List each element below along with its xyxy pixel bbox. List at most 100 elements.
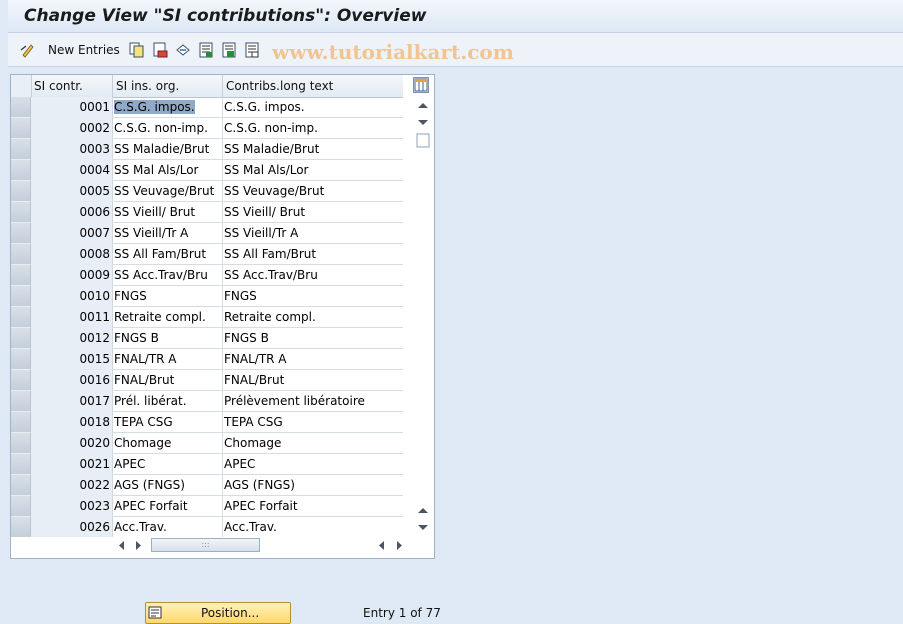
row-selector[interactable]	[11, 517, 31, 537]
row-selector[interactable]	[11, 349, 31, 370]
cell-si-ins-org[interactable]: C.S.G. non-imp.	[113, 118, 223, 139]
cell-contribs-long-text[interactable]: SS Vieill/ Brut	[223, 202, 403, 223]
cell-si-ins-org[interactable]: Chomage	[113, 433, 223, 454]
table-row[interactable]: 0020 Chomage Chomage	[11, 433, 403, 454]
cell-si-ins-org[interactable]: SS Vieill/Tr A	[113, 223, 223, 244]
cell-si-ins-org[interactable]: Retraite compl.	[113, 307, 223, 328]
horizontal-scrollbar[interactable]: :::	[111, 536, 409, 555]
cell-contribs-long-text[interactable]: FNAL/TR A	[223, 349, 403, 370]
cell-si-ins-org[interactable]: SS Veuvage/Brut	[113, 181, 223, 202]
copy-button[interactable]	[129, 40, 145, 60]
cell-contribs-long-text[interactable]: C.S.G. impos.	[223, 97, 403, 118]
row-selector[interactable]	[11, 475, 31, 496]
cell-contribs-long-text[interactable]: Acc.Trav.	[223, 517, 403, 537]
table-row[interactable]: 0008 SS All Fam/Brut SS All Fam/Brut	[11, 244, 403, 265]
cell-contribs-long-text[interactable]: TEPA CSG	[223, 412, 403, 433]
row-selector[interactable]	[11, 223, 31, 244]
cell-contribs-long-text[interactable]: SS Vieill/Tr A	[223, 223, 403, 244]
cell-contribs-long-text[interactable]: SS Maladie/Brut	[223, 139, 403, 160]
cell-si-ins-org[interactable]: SS Vieill/ Brut	[113, 202, 223, 223]
table-row[interactable]: 0007 SS Vieill/Tr A SS Vieill/Tr A	[11, 223, 403, 244]
cell-contribs-long-text[interactable]: APEC	[223, 454, 403, 475]
cell-contribs-long-text[interactable]: FNGS	[223, 286, 403, 307]
row-selector[interactable]	[11, 370, 31, 391]
cell-si-ins-org[interactable]: APEC Forfait	[113, 496, 223, 517]
cell-si-ins-org[interactable]: FNGS	[113, 286, 223, 307]
table-row[interactable]: 0026 Acc.Trav. Acc.Trav.	[11, 517, 403, 537]
select-all-rows-corner[interactable]	[11, 75, 32, 97]
row-selector[interactable]	[11, 244, 31, 265]
row-selector[interactable]	[11, 181, 31, 202]
table-row[interactable]: 0006 SS Vieill/ Brut SS Vieill/ Brut	[11, 202, 403, 223]
table-row[interactable]: 0016 FNAL/Brut FNAL/Brut	[11, 370, 403, 391]
row-selector[interactable]	[11, 433, 31, 454]
table-row[interactable]: 0004 SS Mal Als/Lor SS Mal Als/Lor	[11, 160, 403, 181]
row-selector[interactable]	[11, 160, 31, 181]
delete-button[interactable]	[152, 40, 168, 60]
row-selector[interactable]	[11, 202, 31, 223]
column-header-contribs-long-text[interactable]: Contribs.long text	[223, 75, 403, 97]
cell-si-ins-org[interactable]: SS Mal Als/Lor	[113, 160, 223, 181]
cell-contribs-long-text[interactable]: AGS (FNGS)	[223, 475, 403, 496]
cell-si-ins-org[interactable]: AGS (FNGS)	[113, 475, 223, 496]
cell-si-ins-org[interactable]: Acc.Trav.	[113, 517, 223, 537]
cell-contribs-long-text[interactable]: SS Acc.Trav/Bru	[223, 265, 403, 286]
row-selector[interactable]	[11, 286, 31, 307]
row-selector[interactable]	[11, 454, 31, 475]
row-selector[interactable]	[11, 97, 31, 118]
deselect-all-button[interactable]	[244, 40, 260, 60]
cell-si-ins-org[interactable]: C.S.G. impos.	[113, 97, 223, 118]
table-row[interactable]: 0018 TEPA CSG TEPA CSG	[11, 412, 403, 433]
cell-si-ins-org[interactable]: FNGS B	[113, 328, 223, 349]
cell-si-ins-org[interactable]: FNAL/Brut	[113, 370, 223, 391]
cell-si-ins-org[interactable]: Prél. libérat.	[113, 391, 223, 412]
table-settings-button[interactable]	[413, 77, 429, 93]
cell-contribs-long-text[interactable]: Prélèvement libératoire	[223, 391, 403, 412]
cell-si-ins-org[interactable]: APEC	[113, 454, 223, 475]
cell-contribs-long-text[interactable]: Chomage	[223, 433, 403, 454]
horizontal-scroll-thumb[interactable]: :::	[151, 538, 260, 552]
cell-contribs-long-text[interactable]: SS Veuvage/Brut	[223, 181, 403, 202]
select-block-button[interactable]	[221, 40, 237, 60]
cell-contribs-long-text[interactable]: SS All Fam/Brut	[223, 244, 403, 265]
cell-si-ins-org[interactable]: TEPA CSG	[113, 412, 223, 433]
vertical-scrollbar[interactable]	[413, 97, 432, 537]
row-selector[interactable]	[11, 265, 31, 286]
table-row[interactable]: 0012 FNGS B FNGS B	[11, 328, 403, 349]
cell-si-ins-org[interactable]: FNAL/TR A	[113, 349, 223, 370]
row-selector[interactable]	[11, 118, 31, 139]
cell-contribs-long-text[interactable]: FNGS B	[223, 328, 403, 349]
table-row[interactable]: 0001 C.S.G. impos. C.S.G. impos.	[11, 97, 403, 118]
column-header-si-ins-org[interactable]: SI ins. org.	[113, 75, 223, 97]
cell-contribs-long-text[interactable]: C.S.G. non-imp.	[223, 118, 403, 139]
table-row[interactable]: 0021 APEC APEC	[11, 454, 403, 475]
cell-si-ins-org[interactable]: SS Acc.Trav/Bru	[113, 265, 223, 286]
select-all-button[interactable]	[198, 40, 214, 60]
column-header-si-contr[interactable]: SI contr.	[31, 75, 113, 97]
table-row[interactable]: 0011 Retraite compl. Retraite compl.	[11, 307, 403, 328]
table-row[interactable]: 0002 C.S.G. non-imp. C.S.G. non-imp.	[11, 118, 403, 139]
row-selector[interactable]	[11, 391, 31, 412]
cell-contribs-long-text[interactable]: SS Mal Als/Lor	[223, 160, 403, 181]
cell-contribs-long-text[interactable]: FNAL/Brut	[223, 370, 403, 391]
row-selector[interactable]	[11, 139, 31, 160]
cell-si-ins-org[interactable]: SS All Fam/Brut	[113, 244, 223, 265]
row-selector[interactable]	[11, 412, 31, 433]
table-row[interactable]: 0009 SS Acc.Trav/Bru SS Acc.Trav/Bru	[11, 265, 403, 286]
cell-contribs-long-text[interactable]: APEC Forfait	[223, 496, 403, 517]
row-selector[interactable]	[11, 496, 31, 517]
table-row[interactable]: 0023 APEC Forfait APEC Forfait	[11, 496, 403, 517]
table-row[interactable]: 0003 SS Maladie/Brut SS Maladie/Brut	[11, 139, 403, 160]
cell-contribs-long-text[interactable]: Retraite compl.	[223, 307, 403, 328]
row-selector[interactable]	[11, 307, 31, 328]
undo-change-button[interactable]	[175, 40, 191, 60]
edit-toggle-button[interactable]	[20, 40, 36, 60]
new-entries-button[interactable]: New Entries	[42, 40, 120, 60]
table-row[interactable]: 0017 Prél. libérat. Prélèvement libératoir…	[11, 391, 403, 412]
table-row[interactable]: 0022 AGS (FNGS) AGS (FNGS)	[11, 475, 403, 496]
cell-si-ins-org[interactable]: SS Maladie/Brut	[113, 139, 223, 160]
table-row[interactable]: 0015 FNAL/TR A FNAL/TR A	[11, 349, 403, 370]
table-row[interactable]: 0005 SS Veuvage/Brut SS Veuvage/Brut	[11, 181, 403, 202]
table-row[interactable]: 0010 FNGS FNGS	[11, 286, 403, 307]
row-selector[interactable]	[11, 328, 31, 349]
